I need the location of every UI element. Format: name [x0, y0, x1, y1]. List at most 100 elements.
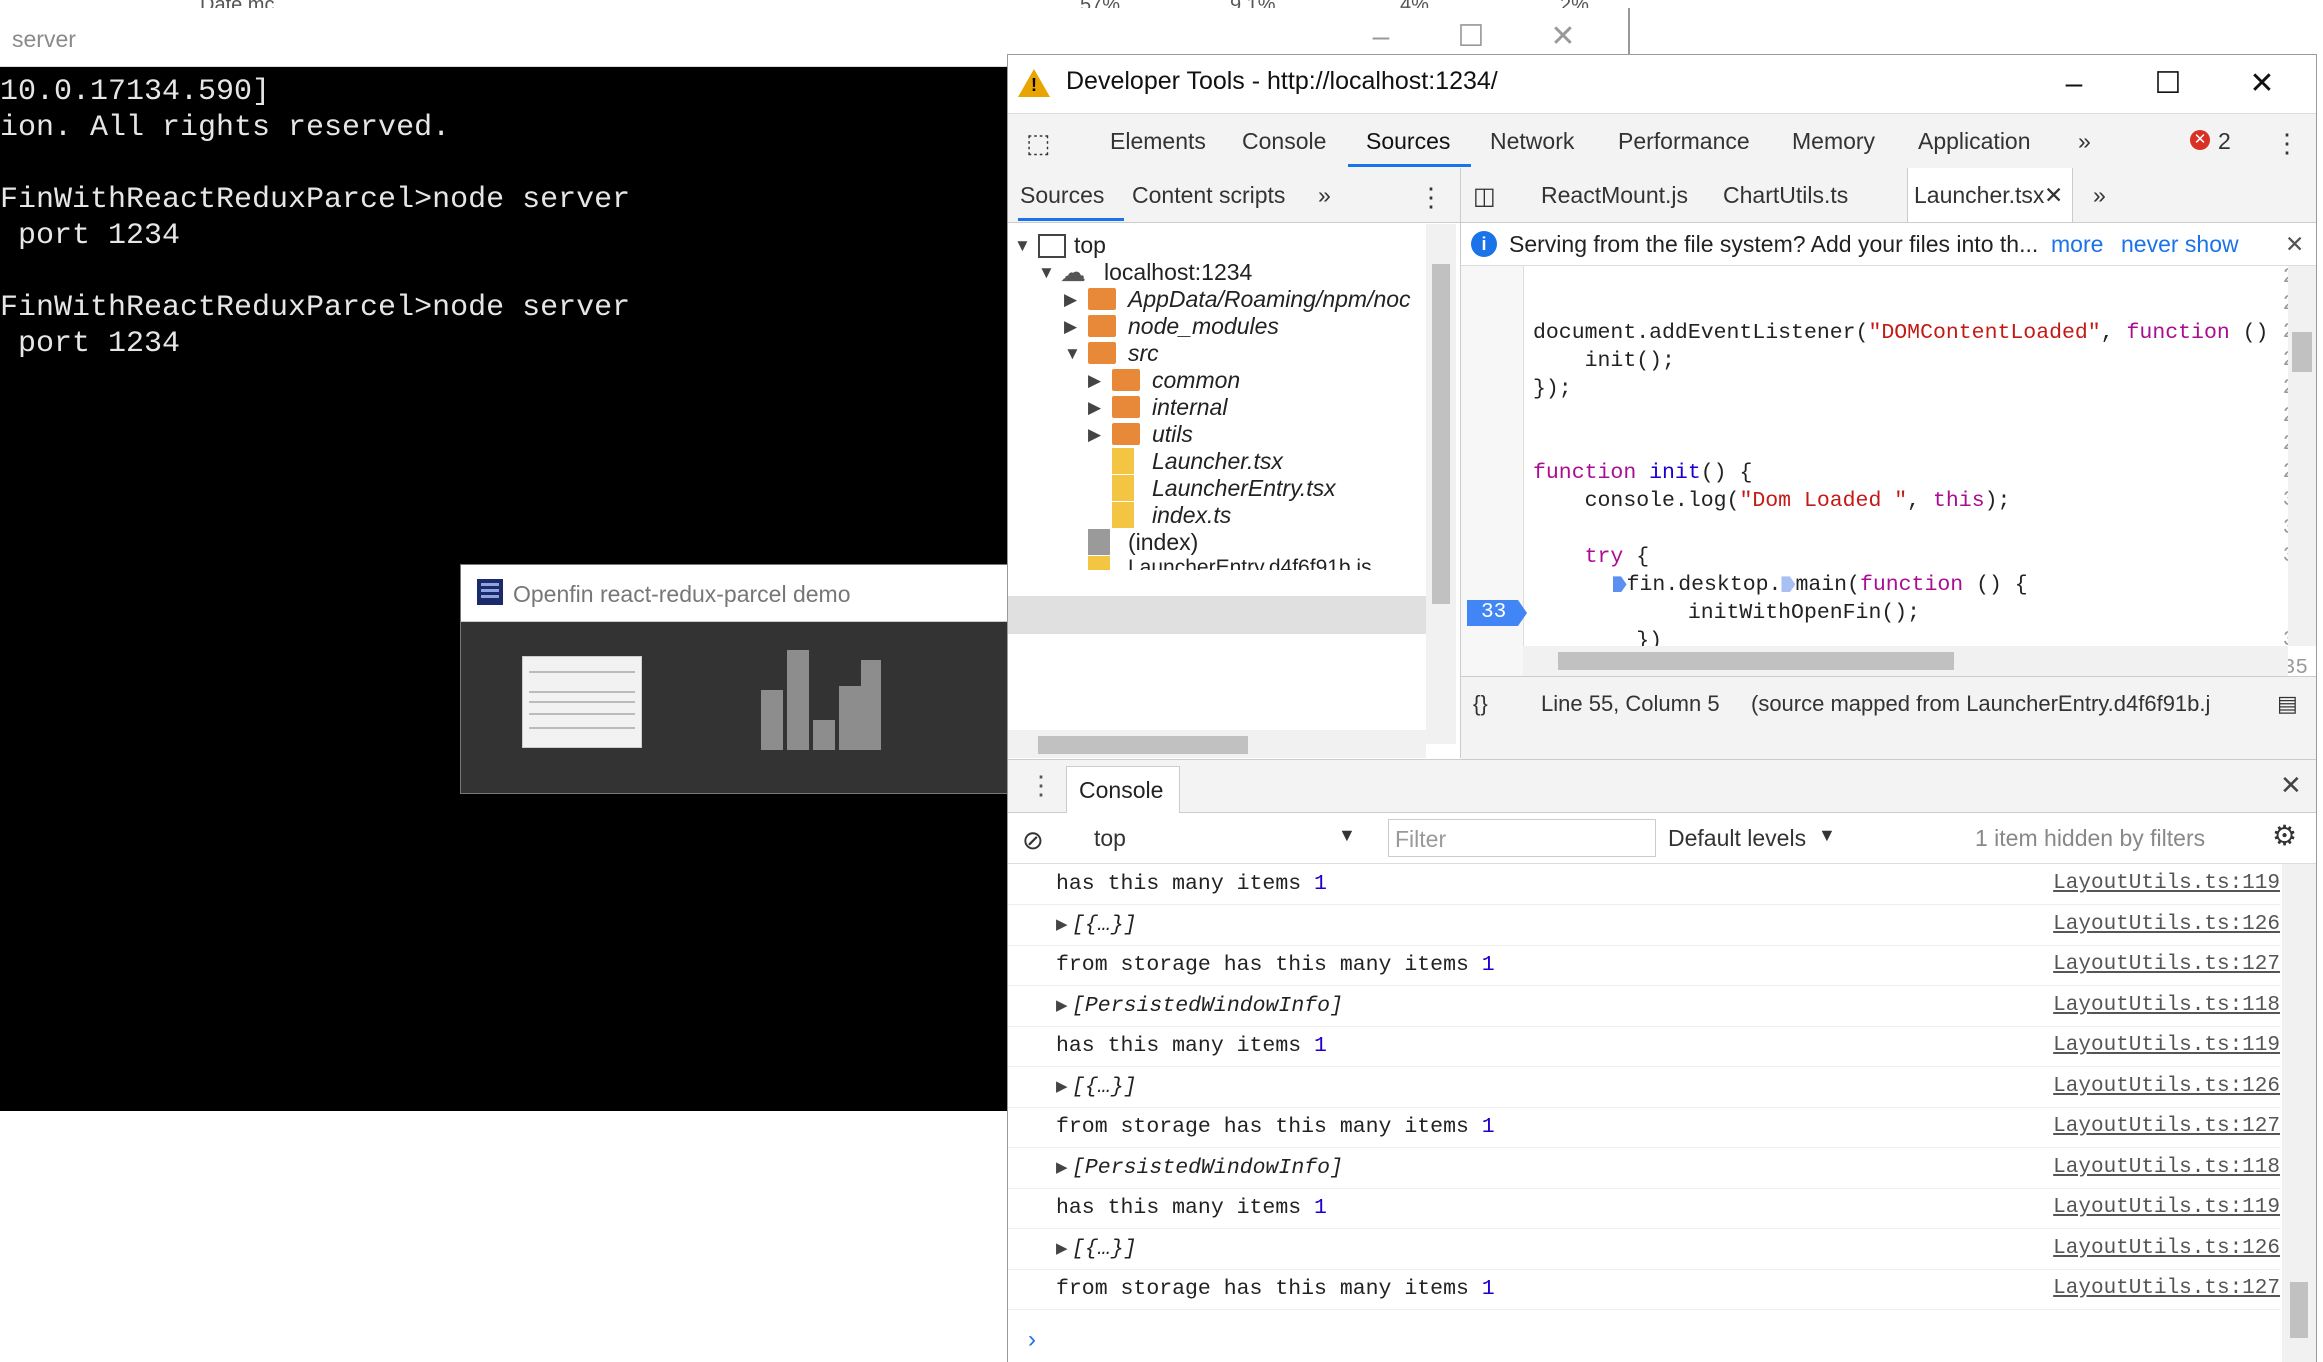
minimize-button[interactable]: – — [2044, 59, 2104, 109]
tree-item-folder[interactable]: src — [1128, 340, 1159, 367]
kebab-menu-icon[interactable]: ⋮ — [1418, 182, 1444, 213]
source-link[interactable]: LayoutUtils.ts:126 — [2053, 1237, 2280, 1260]
console-prompt[interactable]: › — [1028, 1326, 1036, 1354]
source-link[interactable]: LayoutUtils.ts:118 — [2053, 1156, 2280, 1179]
console-row[interactable]: ▶ [{…}] LayoutUtils.ts:126 — [1008, 1067, 2280, 1108]
scroll-thumb[interactable] — [1432, 264, 1450, 604]
tree-item-folder[interactable]: internal — [1152, 394, 1227, 421]
tree-item-folder[interactable]: node_modules — [1128, 313, 1279, 340]
vertical-scrollbar[interactable] — [1426, 224, 1456, 744]
bar-chart-icon[interactable] — [761, 650, 881, 750]
tree-item-folder[interactable]: AppData/Roaming/npm/noc — [1128, 286, 1411, 313]
tree-item-localhost[interactable]: localhost:1234 — [1104, 259, 1252, 286]
source-map-info[interactable]: (source mapped from LauncherEntry.d4f6f9… — [1751, 691, 2210, 717]
error-count[interactable]: 2 — [2218, 128, 2231, 155]
more-tabs-chevron-icon[interactable]: » — [2093, 182, 2106, 209]
scroll-thumb[interactable] — [2290, 1282, 2308, 1338]
source-link[interactable]: LayoutUtils.ts:118 — [2053, 994, 2280, 1017]
source-link[interactable]: LayoutUtils.ts:127 — [2053, 953, 2280, 976]
kebab-menu-icon[interactable]: ⋮ — [2274, 128, 2300, 159]
collapsed-arrow-icon[interactable]: ▶ — [1064, 290, 1077, 310]
editor-tab-chartutils[interactable]: ChartUtils.ts — [1723, 182, 1848, 209]
console-row[interactable]: ▶ [{…}] LayoutUtils.ts:126 — [1008, 905, 2280, 946]
source-link[interactable]: LayoutUtils.ts:127 — [2053, 1115, 2280, 1138]
expand-arrow-icon[interactable]: ▶ — [1056, 1077, 1068, 1095]
tree-item-file[interactable]: LauncherEntry.d4f6f91b.js — [1128, 556, 1372, 570]
more-tabs-chevron-icon[interactable]: » — [1318, 182, 1331, 209]
context-selector[interactable]: top — [1094, 825, 1126, 852]
inspect-element-icon[interactable]: ⬚ — [1026, 128, 1051, 159]
expanded-arrow-icon[interactable]: ▼ — [1014, 236, 1031, 256]
info-more-link[interactable]: more — [2051, 231, 2103, 258]
scroll-thumb[interactable] — [2292, 332, 2312, 372]
source-link[interactable]: LayoutUtils.ts:119 — [2053, 872, 2280, 895]
tree-item-index[interactable]: (index) — [1128, 529, 1198, 556]
scroll-thumb[interactable] — [1558, 652, 1954, 670]
editor-tab-reactmount[interactable]: ReactMount.js — [1541, 182, 1688, 209]
expand-arrow-icon[interactable]: ▶ — [1056, 1158, 1068, 1176]
tab-network[interactable]: Network — [1490, 128, 1574, 155]
editor-tab-launcher[interactable]: Launcher.tsx ✕ — [1907, 168, 2073, 222]
scroll-thumb[interactable] — [1038, 736, 1248, 754]
vertical-scrollbar[interactable] — [2282, 864, 2316, 1362]
tab-performance[interactable]: Performance — [1618, 128, 1750, 155]
tree-item-file-selected[interactable]: Launcher.tsx — [1152, 448, 1283, 475]
console-row[interactable]: ▶ [PersistedWindowInfo] LayoutUtils.ts:118 — [1008, 986, 2280, 1027]
collapsed-arrow-icon[interactable]: ▶ — [1088, 371, 1101, 391]
expanded-arrow-icon[interactable]: ▼ — [1038, 263, 1055, 283]
tab-console-drawer[interactable]: Console — [1066, 766, 1180, 813]
collapsed-arrow-icon[interactable]: ▶ — [1088, 425, 1101, 445]
breakpoint-marker[interactable]: 33 — [1467, 600, 1527, 626]
console-row[interactable]: ▶ [PersistedWindowInfo] LayoutUtils.ts:118 — [1008, 1148, 2280, 1189]
blotter-grid-icon[interactable] — [522, 656, 642, 748]
code-editor[interactable]: 22 23 24 25 26 27 28 29 30 31 32 33 34 3… — [1461, 266, 2316, 676]
close-drawer-icon[interactable]: ✕ — [2280, 770, 2302, 801]
error-icon[interactable]: ✕ — [2190, 130, 2210, 150]
source-link[interactable]: LayoutUtils.ts:127 — [2053, 1277, 2280, 1300]
toggle-debugger-icon[interactable]: ▤ — [2277, 691, 2298, 717]
source-link[interactable]: LayoutUtils.ts:119 — [2053, 1196, 2280, 1219]
horizontal-scrollbar[interactable] — [1523, 646, 2288, 676]
expanded-arrow-icon[interactable]: ▼ — [1064, 344, 1081, 364]
close-button[interactable]: ✕ — [2232, 59, 2292, 109]
more-tabs-chevron-icon[interactable]: » — [2078, 128, 2091, 155]
clear-console-icon[interactable]: ⊘ — [1022, 825, 1044, 856]
chevron-down-icon[interactable]: ▼ — [1338, 825, 1356, 846]
source-link[interactable]: LayoutUtils.ts:126 — [2053, 913, 2280, 936]
console-filter-input[interactable]: Filter — [1388, 819, 1656, 857]
close-tab-icon[interactable]: ✕ — [2044, 182, 2063, 209]
expand-arrow-icon[interactable]: ▶ — [1056, 996, 1068, 1014]
log-levels-dropdown[interactable]: Default levels — [1668, 825, 1806, 852]
maximize-button[interactable]: ☐ — [2138, 59, 2198, 109]
settings-gear-icon[interactable]: ⚙ — [2272, 819, 2297, 852]
tab-memory[interactable]: Memory — [1792, 128, 1875, 155]
source-link[interactable]: LayoutUtils.ts:126 — [2053, 1075, 2280, 1098]
collapsed-arrow-icon[interactable]: ▶ — [1088, 398, 1101, 418]
tab-content-scripts[interactable]: Content scripts — [1132, 182, 1285, 209]
console-row[interactable]: ▶ [{…}] LayoutUtils.ts:126 — [1008, 1229, 2280, 1270]
expand-arrow-icon[interactable]: ▶ — [1056, 915, 1068, 933]
tab-console[interactable]: Console — [1242, 128, 1326, 155]
tab-sources-nav[interactable]: Sources — [1020, 182, 1104, 209]
kebab-menu-icon[interactable]: ⋮ — [1028, 770, 1054, 801]
toggle-navigator-icon[interactable]: ◫ — [1473, 182, 1496, 211]
openfin-titlebar[interactable]: Openfin react-redux-parcel demo — [461, 565, 1021, 622]
chevron-down-icon[interactable]: ▼ — [1818, 825, 1836, 846]
tree-item-top[interactable]: top — [1074, 232, 1106, 259]
devtools-titlebar[interactable]: ! Developer Tools - http://localhost:123… — [1008, 55, 2316, 113]
tree-item-folder[interactable]: utils — [1152, 421, 1193, 448]
source-link[interactable]: LayoutUtils.ts:119 — [2053, 1034, 2280, 1057]
pretty-print-icon[interactable]: {} — [1473, 691, 1488, 717]
tree-item-folder[interactable]: common — [1152, 367, 1240, 394]
tab-elements[interactable]: Elements — [1110, 128, 1206, 155]
vertical-scrollbar[interactable] — [2288, 266, 2316, 646]
tree-item-file[interactable]: LauncherEntry.tsx — [1152, 475, 1336, 502]
expand-arrow-icon[interactable]: ▶ — [1056, 1239, 1068, 1257]
info-never-show-link[interactable]: never show — [2121, 231, 2239, 258]
close-icon[interactable]: ✕ — [2285, 231, 2304, 258]
tab-application[interactable]: Application — [1918, 128, 2031, 155]
tab-sources[interactable]: Sources — [1366, 128, 1450, 155]
tree-item-file[interactable]: index.ts — [1152, 502, 1231, 529]
collapsed-arrow-icon[interactable]: ▶ — [1064, 317, 1077, 337]
horizontal-scrollbar[interactable] — [1008, 730, 1426, 758]
